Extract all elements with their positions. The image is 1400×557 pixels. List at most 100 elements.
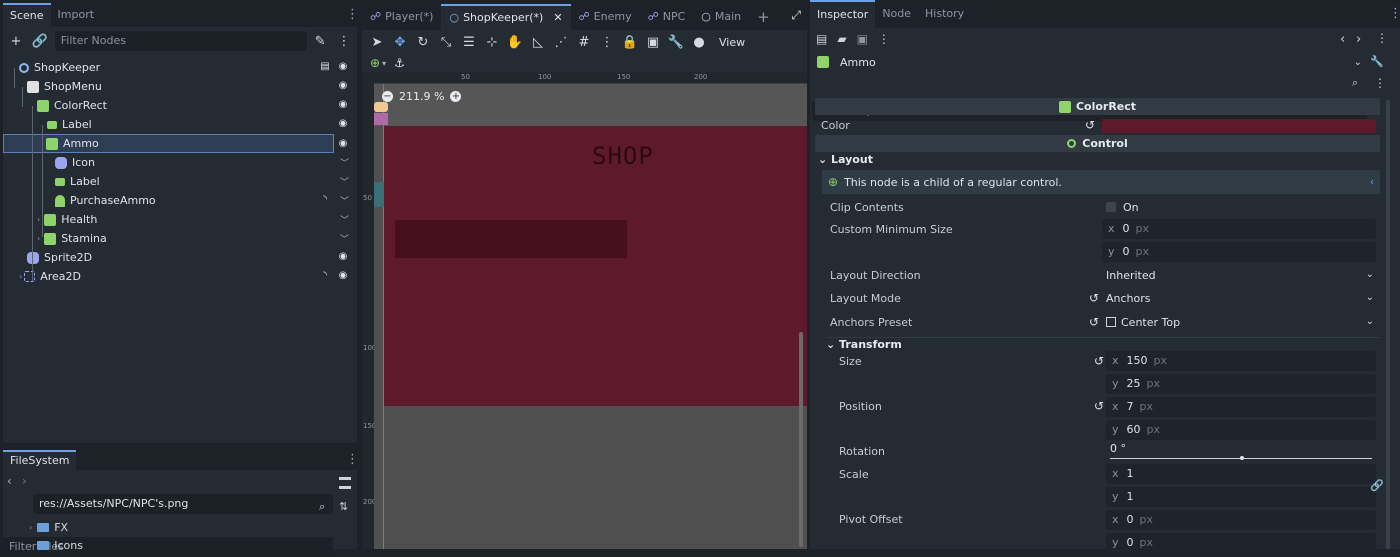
size-y-field[interactable]: y 25 px xyxy=(1106,374,1376,394)
tree-menu-icon[interactable]: ⋮ xyxy=(335,32,353,50)
custom-min-size-x[interactable]: x 0 px xyxy=(1102,219,1376,239)
scene-dock-menu-icon[interactable]: ⋮ xyxy=(346,7,359,23)
sort-icon[interactable]: ⇅ xyxy=(339,500,348,513)
visibility-eye-icon[interactable]: ◉ xyxy=(337,138,349,150)
revert-icon[interactable]: ↺ xyxy=(1085,118,1095,132)
visibility-eye-icon[interactable]: ◉ xyxy=(337,118,349,130)
list-select-icon[interactable]: ☰ xyxy=(460,33,478,51)
revert-icon[interactable]: ↺ xyxy=(1094,354,1104,368)
history-back-icon[interactable]: ‹ xyxy=(1340,32,1345,47)
pivot-y-field[interactable]: y 0 px xyxy=(1106,533,1376,553)
zoom-in-icon[interactable]: + xyxy=(450,91,462,102)
tab-scene[interactable]: Scene xyxy=(3,3,51,27)
tree-item-ammo[interactable]: Ammo xyxy=(3,134,334,153)
tree-item-label[interactable]: Label ◉ xyxy=(3,115,357,134)
chevron-right-icon[interactable]: › xyxy=(37,215,40,224)
tab-filesystem[interactable]: FileSystem xyxy=(3,450,77,470)
nav-forward-icon[interactable]: › xyxy=(22,474,27,488)
tab-player[interactable]: ☍ Player(*) xyxy=(362,4,441,30)
chevron-down-icon[interactable]: ﹀ xyxy=(340,175,349,188)
tree-item-stamina[interactable]: › Stamina ﹀ xyxy=(3,229,357,248)
save-icon[interactable]: ▣ xyxy=(857,32,868,46)
rotation-slider-handle[interactable] xyxy=(1240,456,1244,460)
chevron-down-icon[interactable]: ﹀ xyxy=(340,156,349,169)
rotate-tool-icon[interactable]: ↻ xyxy=(414,33,432,51)
tab-main[interactable]: ○ Main xyxy=(693,4,749,30)
colorrect-section-header[interactable]: ColorRect xyxy=(815,98,1380,115)
vertical-scrollbar[interactable] xyxy=(799,332,803,547)
open-folder-icon[interactable]: ▰ xyxy=(837,32,846,46)
node-selector[interactable]: Ammo ⌄ xyxy=(814,52,1364,72)
color-picker-button[interactable] xyxy=(1102,119,1376,133)
transform-section-toggle[interactable]: ⌄ Transform xyxy=(826,337,1380,351)
split-mode-icon[interactable] xyxy=(339,477,351,489)
tree-item-icon[interactable]: Icon ﹀ xyxy=(3,153,357,172)
scale-tool-icon[interactable]: ⤡ xyxy=(437,33,455,51)
smart-snap-icon[interactable]: ⋰ xyxy=(552,33,570,51)
fs-item-fx[interactable]: › FX xyxy=(29,521,68,534)
ruler-tool-icon[interactable]: ◺ xyxy=(529,33,547,51)
canvas-viewport[interactable]: 50 100 150 200 50 100 150 200 SHOP − 211… xyxy=(362,72,807,549)
chevron-down-icon[interactable]: ﹀ xyxy=(340,194,349,207)
pivot-x-field[interactable]: x 0 px xyxy=(1106,510,1376,530)
control-section-header[interactable]: Control xyxy=(815,135,1380,152)
rotation-value[interactable]: 0 ° xyxy=(1110,442,1126,455)
zoom-out-icon[interactable]: − xyxy=(382,91,393,102)
instance-scene-icon[interactable]: 🔗 xyxy=(31,32,49,50)
group-icon[interactable]: ▣ xyxy=(644,33,662,51)
revert-icon[interactable]: ↺ xyxy=(1089,291,1099,305)
anchors-preset-dropdown[interactable]: Center Top ⌄ xyxy=(1106,316,1374,329)
layout-mode-dropdown[interactable]: Anchors ⌄ xyxy=(1106,292,1374,305)
revert-icon[interactable]: ↺ xyxy=(1094,399,1104,413)
scale-y-field[interactable]: y1 xyxy=(1106,487,1376,507)
tree-item-area2d[interactable]: › Area2D ◝ ◉ xyxy=(3,267,357,286)
scale-x-field[interactable]: x1 xyxy=(1106,464,1376,484)
filesystem-path-field[interactable]: res://Assets/NPC/NPC's.png xyxy=(33,494,333,514)
tree-item-colorrect[interactable]: ColorRect ◉ xyxy=(3,96,357,115)
nav-back-icon[interactable]: ‹ xyxy=(7,474,12,488)
tab-history[interactable]: History xyxy=(918,0,971,28)
inspector-scrollbar[interactable] xyxy=(1386,100,1390,549)
tab-import[interactable]: Import xyxy=(51,3,102,27)
inspector-menu-icon[interactable]: ⋮ xyxy=(878,32,890,46)
tab-enemy[interactable]: ☍ Enemy xyxy=(571,4,640,30)
camera-override-icon[interactable]: ● xyxy=(690,33,708,51)
ammo-rect[interactable] xyxy=(395,220,627,258)
distraction-free-icon[interactable]: ⤢ xyxy=(791,8,801,23)
snap-options-icon[interactable]: ⋮ xyxy=(598,33,616,51)
resource-tools-icon[interactable]: 🔧 xyxy=(1370,55,1384,68)
tree-item-shopkeeper[interactable]: ShopKeeper ▤ ◉ xyxy=(3,58,357,77)
filter-nodes-input[interactable]: Filter Nodes xyxy=(54,31,308,51)
signal-icon[interactable]: ◝ xyxy=(319,194,331,206)
add-tab-icon[interactable]: + xyxy=(749,4,778,30)
tab-node[interactable]: Node xyxy=(875,0,918,28)
tree-item-sprite2d[interactable]: Sprite2D ◉ xyxy=(3,248,357,267)
revert-icon[interactable]: ↺ xyxy=(1089,315,1099,329)
view-menu[interactable]: View xyxy=(719,36,745,49)
tree-item-purchaseammo[interactable]: PurchaseAmmo ◝ ﹀ xyxy=(3,191,357,210)
collapse-icon[interactable]: ‹ xyxy=(1370,177,1374,188)
chevron-right-icon[interactable]: › xyxy=(37,234,40,243)
new-resource-icon[interactable]: ▤ xyxy=(816,32,827,46)
npc-sprite[interactable] xyxy=(374,102,390,132)
chevron-down-icon[interactable]: ▾ xyxy=(382,59,386,68)
visibility-eye-icon[interactable]: ◉ xyxy=(337,99,349,111)
zoom-level[interactable]: 211.9 % xyxy=(399,90,444,103)
lock-icon[interactable]: 🔒 xyxy=(621,33,639,51)
visibility-eye-icon[interactable]: ◉ xyxy=(337,61,349,73)
visibility-eye-icon[interactable]: ◉ xyxy=(337,80,349,92)
filesystem-menu-icon[interactable]: ⋮ xyxy=(346,452,359,468)
tree-item-health[interactable]: › Health ﹀ xyxy=(3,210,357,229)
position-y-field[interactable]: y 60 px xyxy=(1106,420,1376,440)
property-menu-icon[interactable]: ⋮ xyxy=(1374,76,1386,90)
history-forward-icon[interactable]: › xyxy=(1356,32,1361,47)
chevron-down-icon[interactable]: ﹀ xyxy=(340,232,349,245)
custom-min-size-y[interactable]: y 0 px xyxy=(1102,242,1376,262)
script-icon[interactable]: ✎ xyxy=(311,32,329,50)
size-x-field[interactable]: x 150 px xyxy=(1106,351,1376,371)
clip-contents-checkbox[interactable] xyxy=(1106,202,1116,212)
layout-direction-dropdown[interactable]: Inherited ⌄ xyxy=(1106,269,1374,282)
inspector-dock-menu-icon[interactable]: ⋮ xyxy=(1389,6,1400,22)
add-node-icon[interactable]: + xyxy=(7,32,25,50)
move-tool-icon[interactable]: ✥ xyxy=(391,33,409,51)
